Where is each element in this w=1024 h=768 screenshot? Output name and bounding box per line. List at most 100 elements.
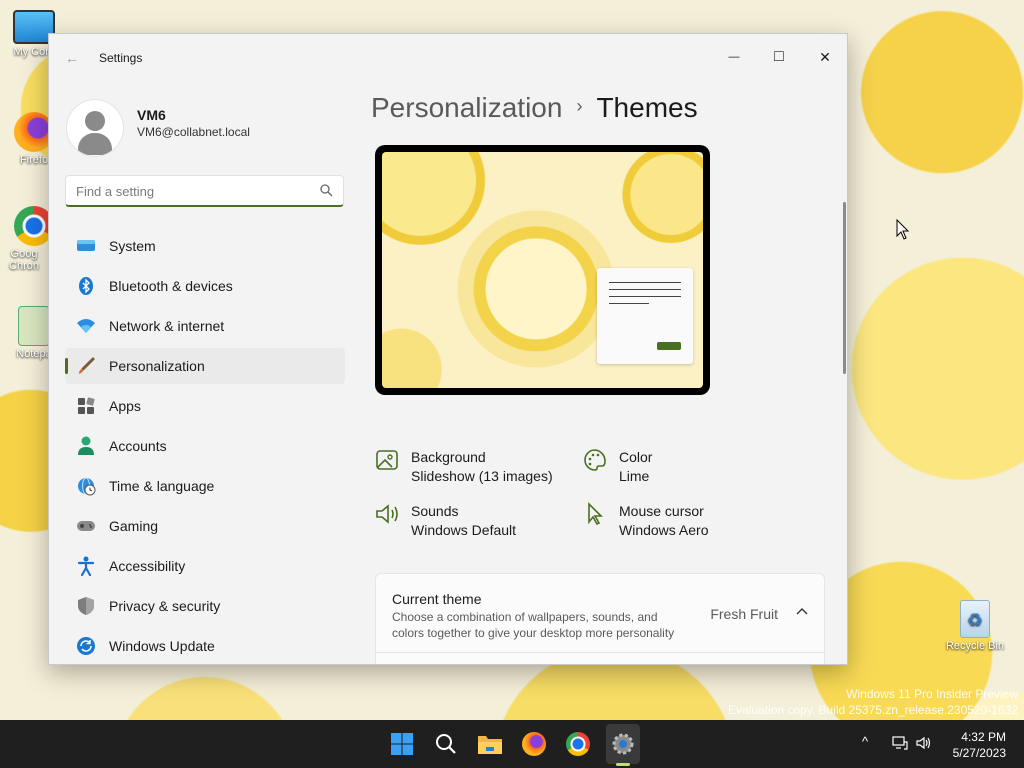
current-theme-description: Choose a combination of wallpapers, soun… — [392, 610, 675, 640]
taskbar-settings[interactable] — [607, 728, 639, 760]
sidebar-item-system[interactable]: System — [65, 228, 345, 264]
sidebar-item-privacy[interactable]: Privacy & security — [65, 588, 345, 624]
sidebar-item-label: System — [109, 238, 156, 254]
monitor-icon — [75, 235, 97, 257]
volume-icon[interactable] — [916, 736, 932, 750]
current-theme-card[interactable]: Current theme Choose a combination of wa… — [375, 573, 825, 653]
sidebar-item-windows-update[interactable]: Windows Update — [65, 628, 345, 664]
desktop-icon-recycle-bin[interactable]: ♻ Recycle Bin — [940, 600, 1010, 652]
close-button[interactable]: ✕ — [803, 42, 847, 72]
notepad-icon — [18, 306, 50, 346]
user-email: VM6@collabnet.local — [137, 125, 250, 139]
user-name: VM6 — [137, 107, 166, 123]
theme-preview — [375, 145, 710, 395]
property-background[interactable]: Background Slideshow (13 images) — [375, 448, 553, 486]
breadcrumb: Personalization › Themes — [371, 92, 698, 124]
property-sounds[interactable]: Sounds Windows Default — [375, 502, 516, 540]
brush-icon — [75, 355, 97, 377]
theme-thumbnails — [375, 653, 825, 664]
current-theme-title: Current theme — [392, 591, 482, 607]
recycle-bin-icon: ♻ — [960, 600, 990, 638]
taskbar-search-button[interactable] — [430, 728, 462, 760]
avatar[interactable] — [66, 99, 124, 157]
chevron-up-icon[interactable] — [796, 606, 808, 618]
wallpaper-preview — [382, 152, 703, 388]
app-title: Settings — [99, 51, 143, 65]
watermark-line-1: Windows 11 Pro Insider Preview — [846, 687, 1018, 701]
sidebar-item-label: Accounts — [109, 438, 167, 454]
avatar-head — [85, 111, 105, 131]
title-bar[interactable]: ← Settings — □ ✕ — [49, 34, 847, 80]
maximize-button[interactable]: □ — [757, 42, 801, 72]
settings-window: ← Settings — □ ✕ VM6 VM6@collabnet.local… — [48, 33, 848, 665]
apps-icon — [75, 395, 97, 417]
mouse-cursor-icon — [896, 219, 910, 240]
accessibility-icon — [75, 555, 97, 577]
property-value: Windows Default — [411, 522, 517, 538]
tray-chevron-up-icon[interactable]: ^ — [862, 734, 868, 749]
sidebar-item-label: Gaming — [109, 518, 159, 534]
update-icon — [75, 635, 97, 657]
windows-logo-icon — [391, 733, 413, 755]
network-icon[interactable] — [892, 736, 908, 750]
sidebar-item-label: Privacy & security — [109, 598, 221, 614]
taskbar-chrome[interactable] — [562, 728, 594, 760]
back-arrow-icon[interactable]: ← — [65, 50, 79, 66]
property-value: Slideshow (13 images) — [411, 468, 553, 484]
current-theme-value: Fresh Fruit — [710, 606, 778, 622]
sidebar-item-label: Personalization — [109, 358, 205, 374]
sidebar-item-accounts[interactable]: Accounts — [65, 428, 345, 464]
chrome-icon — [566, 732, 590, 756]
property-label: Mouse cursor — [619, 503, 704, 519]
property-color[interactable]: Color Lime — [583, 448, 652, 486]
sidebar-item-label: Network & internet — [109, 318, 225, 334]
avatar-body — [78, 133, 112, 155]
property-label: Background — [411, 449, 486, 465]
sidebar-item-network[interactable]: Network & internet — [65, 308, 345, 344]
sidebar-item-label: Accessibility — [109, 558, 186, 574]
shield-icon — [75, 595, 97, 617]
sidebar-item-apps[interactable]: Apps — [65, 388, 345, 424]
chevron-right-icon: › — [576, 96, 583, 116]
sidebar-item-label: Bluetooth & devices — [109, 278, 233, 294]
globe-clock-icon — [75, 475, 97, 497]
taskbar-clock[interactable]: 4:32 PM 5/27/2023 — [953, 729, 1006, 761]
content-pane: Personalization › Themes Background Slides… — [371, 80, 847, 664]
sidebar-item-bluetooth[interactable]: Bluetooth & devices — [65, 268, 345, 304]
sidebar-item-label: Time & language — [109, 478, 215, 494]
sidebar-item-label: Apps — [109, 398, 141, 414]
property-label: Color — [619, 449, 653, 465]
desktop-icon-label: Firefo — [19, 154, 49, 166]
property-mouse-cursor[interactable]: Mouse cursor Windows Aero — [583, 502, 708, 540]
taskbar-firefox[interactable] — [518, 728, 550, 760]
sidebar-item-gaming[interactable]: Gaming — [65, 508, 345, 544]
sidebar-item-time-language[interactable]: Time & language — [65, 468, 345, 504]
firefox-icon — [522, 732, 546, 756]
content-scrollbar[interactable] — [843, 202, 846, 374]
palette-icon — [583, 448, 611, 486]
bluetooth-icon — [75, 275, 97, 297]
clock-date: 5/27/2023 — [952, 746, 1006, 760]
image-icon — [375, 448, 403, 486]
sidebar-item-personalization[interactable]: Personalization — [65, 348, 345, 384]
breadcrumb-parent[interactable]: Personalization — [371, 92, 562, 123]
sidebar-nav: System Bluetooth & devices Network & int… — [65, 228, 345, 664]
property-label: Sounds — [411, 503, 459, 519]
search-icon — [320, 184, 333, 197]
start-button[interactable] — [386, 728, 418, 760]
taskbar-running-indicator — [616, 763, 630, 766]
sidebar-item-accessibility[interactable]: Accessibility — [65, 548, 345, 584]
cursor-icon — [583, 502, 611, 540]
search-input[interactable] — [76, 182, 306, 200]
minimize-button[interactable]: — — [712, 42, 756, 72]
os-watermark: Windows 11 Pro Insider Preview Evaluatio… — [728, 686, 1018, 718]
search-box[interactable] — [65, 175, 344, 207]
desktop-icon-label: Recycle Bin — [945, 640, 1005, 652]
gamepad-icon — [75, 515, 97, 537]
person-icon — [75, 435, 97, 457]
taskbar-file-explorer[interactable] — [474, 728, 506, 760]
folder-icon — [478, 736, 502, 754]
watermark-line-2: Evaluation copy. Build 25375.zn_release.… — [728, 703, 1018, 717]
page-title: Themes — [596, 92, 698, 123]
mini-window-preview — [597, 268, 693, 364]
